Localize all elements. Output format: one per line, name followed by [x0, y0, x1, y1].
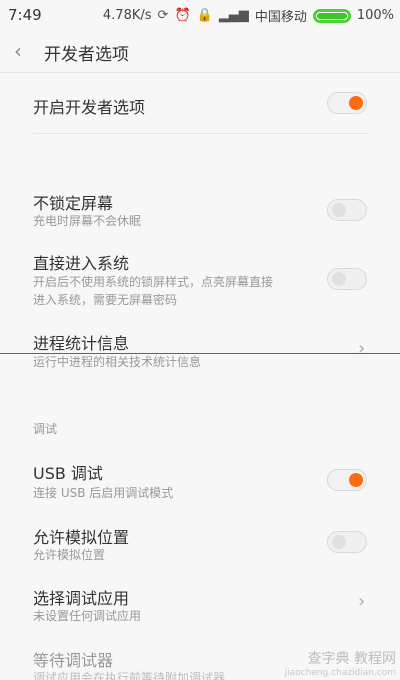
process-stats-label: 进程统计信息	[33, 334, 130, 353]
mock-location-label: 允许模拟位置	[33, 528, 130, 547]
stay-awake-sub: 充电时屏幕不会休眠	[33, 214, 142, 228]
alarm-icon: ⏰	[174, 8, 191, 23]
row-stay-awake[interactable]: 不锁定屏幕 充电时屏幕不会休眠	[0, 188, 400, 234]
watermark-text: 查字典 教程网	[307, 651, 396, 667]
battery-icon	[312, 8, 351, 23]
lock-icon: 🔒	[196, 8, 213, 23]
row-debug-app[interactable]: 选择调试应用 未设置任何调试应用 ›	[0, 583, 400, 629]
section-debug: 调试	[33, 422, 58, 436]
toggle-knob	[332, 272, 346, 286]
stay-awake-toggle[interactable]	[327, 199, 367, 221]
page-title: 开发者选项	[44, 45, 129, 65]
direct-boot-sub: 开启后不使用系统的锁屏样式，点亮屏幕直接进入系统，需要无屏幕密码	[33, 275, 274, 307]
status-bar: 7:49 4.78K/s ⟳ ⏰ 🔒 ▂▄▆ 中国移动 100%	[0, 0, 400, 30]
mock-location-sub: 允许模拟位置	[33, 548, 106, 562]
carrier-name: 中国移动	[254, 10, 307, 25]
usb-debug-sub: 连接 USB 后启用调试模式	[33, 486, 174, 500]
status-right: 4.78K/s ⟳ ⏰ 🔒 ▂▄▆ 中国移动 100%	[103, 6, 394, 25]
app-header: ‹ 开发者选项	[0, 30, 400, 73]
usb-debug-label: USB 调试	[33, 464, 103, 483]
row-mock-location[interactable]: 允许模拟位置 允许模拟位置	[0, 522, 400, 568]
wait-debugger-label: 等待调试器	[33, 651, 114, 670]
battery-percent: 100%	[356, 8, 394, 23]
process-stats-sub: 运行中进程的相关技术统计信息	[33, 355, 202, 369]
direct-boot-label: 直接进入系统	[33, 254, 130, 273]
chevron-right-icon: ›	[358, 338, 366, 359]
row-usb-debug[interactable]: USB 调试 连接 USB 后启用调试模式	[0, 458, 400, 504]
status-time: 7:49	[8, 6, 42, 24]
dev-options-toggle[interactable]	[327, 92, 367, 114]
row-direct-boot[interactable]: 直接进入系统 开启后不使用系统的锁屏样式，点亮屏幕直接进入系统，需要无屏幕密码	[0, 250, 400, 312]
toggle-knob	[349, 96, 363, 110]
toggle-knob	[332, 203, 346, 217]
toggle-knob	[349, 473, 363, 487]
divider	[33, 133, 368, 134]
toggle-knob	[332, 535, 346, 549]
debug-app-label: 选择调试应用	[33, 589, 130, 608]
row-process-stats[interactable]: 进程统计信息 运行中进程的相关技术统计信息 ›	[0, 328, 400, 374]
row-dev-options[interactable]: 开启开发者选项	[0, 86, 400, 122]
wait-debugger-sub: 调试应用会在执行前等待附加调试器	[33, 671, 226, 680]
direct-boot-toggle[interactable]	[327, 268, 367, 290]
chevron-right-icon: ›	[358, 591, 366, 612]
usb-debug-toggle[interactable]	[327, 469, 367, 491]
watermark-url: jiaocheng.chazidian.com	[284, 668, 396, 678]
signal-icon: ▂▄▆	[218, 8, 249, 23]
stay-awake-label: 不锁定屏幕	[33, 194, 114, 213]
back-arrow-icon[interactable]: ‹	[14, 39, 22, 63]
dev-options-label: 开启开发者选项	[33, 98, 146, 117]
sync-off-icon: ⟳	[157, 8, 169, 23]
mock-location-toggle[interactable]	[327, 531, 367, 553]
annotation-line	[0, 353, 400, 354]
network-speed: 4.78K/s	[102, 8, 152, 23]
debug-app-sub: 未设置任何调试应用	[33, 609, 142, 623]
watermark: 查字典 教程网 jiaocheng.chazidian.com	[285, 648, 396, 678]
